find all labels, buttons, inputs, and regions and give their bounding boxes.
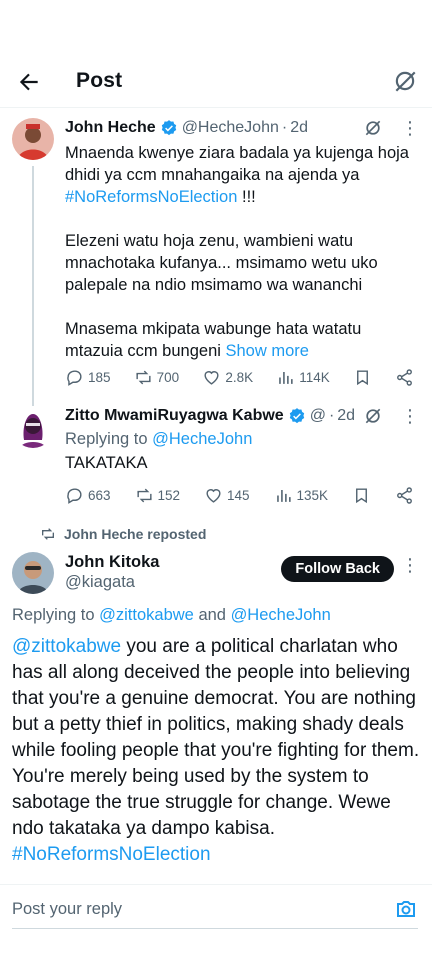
verified-badge-icon (161, 120, 176, 136)
reply-count: 185 (88, 370, 111, 385)
repost-button[interactable]: 700 (134, 368, 180, 387)
reply-input[interactable]: Post your reply (12, 900, 122, 919)
share-icon (397, 487, 412, 504)
grok-icon[interactable] (363, 406, 383, 426)
more-options-icon[interactable]: ⋮ (401, 556, 419, 574)
bookmark-icon (356, 488, 367, 504)
tweet-text-paragraph: Mnasema mkipata wabunge hata watatu mtaz… (65, 318, 422, 362)
author-name[interactable]: John Heche (65, 118, 156, 138)
mention-link[interactable]: @zittokabwe (12, 636, 121, 657)
author-name[interactable]: Zitto MwamiRuyagwa Kabwe (65, 406, 284, 426)
tweet-text-paragraph: Elezeni watu hoja zenu, wambieni watu mn… (65, 232, 383, 294)
separator-dot: · (281, 119, 288, 136)
tweet-text-part: Mnasema mkipata wabunge hata watatu mtaz… (65, 320, 366, 360)
grok-icon[interactable] (392, 68, 418, 94)
tweet-john-heche[interactable]: John Heche @HecheJohn · 2d Mnaenda kweny… (0, 118, 432, 438)
author-handle[interactable]: @HecheJohn (182, 118, 279, 138)
bookmark-button[interactable] (352, 486, 371, 505)
replying-and: and (193, 606, 231, 624)
like-count: 2.8K (225, 370, 254, 385)
bookmark-button[interactable] (353, 368, 372, 387)
hashtag-link[interactable]: #NoReformsNoElection (12, 842, 422, 868)
timestamp[interactable]: 2d (290, 118, 308, 138)
repost-icon (42, 528, 54, 540)
repost-label[interactable]: John Heche reposted (64, 526, 206, 542)
camera-icon[interactable] (394, 897, 418, 921)
mention-link[interactable]: @zittokabwe (99, 606, 194, 624)
bookmark-icon (356, 370, 368, 386)
repost-indicator: John Heche reposted (40, 526, 206, 542)
reply-count: 663 (88, 488, 111, 503)
author-handle[interactable]: @kiagata (65, 572, 159, 592)
reply-bar: Post your reply (0, 884, 432, 932)
repost-button[interactable]: 152 (135, 486, 181, 505)
mention-link[interactable]: @HecheJohn (231, 606, 331, 624)
post-text-body: you are a political charlatan who has al… (12, 636, 420, 839)
views-icon (279, 371, 293, 384)
top-bar: Post (0, 56, 432, 108)
reply-underline (12, 928, 418, 929)
verified-badge-icon (289, 408, 304, 424)
replying-to: Replying to @zittokabwe and @HecheJohn (12, 604, 331, 626)
mention-link[interactable]: @HecheJohn (152, 430, 252, 448)
hashtag-link[interactable]: #NoReformsNoElection (65, 188, 237, 206)
repost-count: 700 (156, 370, 180, 385)
author-name[interactable]: John Kitoka (65, 552, 159, 572)
reply-button[interactable]: 663 (65, 486, 111, 505)
grok-icon[interactable] (363, 118, 383, 138)
share-icon (397, 369, 412, 386)
like-button[interactable]: 145 (204, 486, 250, 505)
thread-line (32, 166, 34, 438)
repost-icon (136, 488, 152, 503)
reply-icon (67, 370, 82, 386)
reply-button[interactable]: 185 (65, 368, 111, 387)
separator-dot: · (328, 407, 335, 424)
repost-count: 152 (157, 488, 181, 503)
repost-icon (136, 370, 151, 385)
timestamp[interactable]: 2d (337, 406, 355, 426)
share-button[interactable] (395, 486, 414, 505)
tweet-text[interactable]: Mnaenda kwenye ziara badala ya kujenga h… (65, 142, 422, 208)
author-handle[interactable]: @ (310, 406, 326, 426)
reply-icon (67, 488, 82, 504)
tweet-text[interactable]: TAKATAKA (65, 452, 422, 474)
view-count: 135K (296, 488, 329, 503)
replying-to: Replying to @HecheJohn (65, 428, 422, 450)
more-options-icon[interactable]: ⋮ (401, 119, 419, 137)
post-text[interactable]: @zittokabwe you are a political charlata… (12, 634, 422, 882)
tweet-actions: 185 700 2.8K 114K (65, 368, 414, 387)
like-button[interactable]: 2.8K (202, 368, 253, 387)
replying-label: Replying to (12, 606, 100, 624)
views-button[interactable]: 114K (276, 368, 330, 387)
more-options-icon[interactable]: ⋮ (401, 407, 419, 425)
show-more-link[interactable]: Show more (226, 342, 309, 360)
views-button[interactable]: 135K (274, 486, 329, 505)
tweet-text-part: Mnaenda kwenye ziara badala ya kujenga h… (65, 144, 414, 184)
share-button[interactable] (395, 368, 414, 387)
follow-back-button[interactable]: Follow Back (281, 556, 394, 582)
back-arrow-icon[interactable] (16, 69, 42, 95)
avatar[interactable] (12, 552, 54, 594)
page-title: Post (76, 69, 123, 92)
avatar[interactable] (12, 118, 54, 160)
like-count: 145 (227, 488, 250, 503)
view-count: 114K (299, 370, 330, 385)
avatar[interactable] (12, 406, 54, 448)
replying-label: Replying to (65, 430, 153, 448)
tweet-actions: 663 152 145 135K (65, 486, 414, 505)
views-icon (276, 489, 291, 502)
heart-icon (206, 489, 221, 503)
heart-icon (204, 371, 219, 385)
tweet-text-part: !!! (237, 188, 256, 206)
